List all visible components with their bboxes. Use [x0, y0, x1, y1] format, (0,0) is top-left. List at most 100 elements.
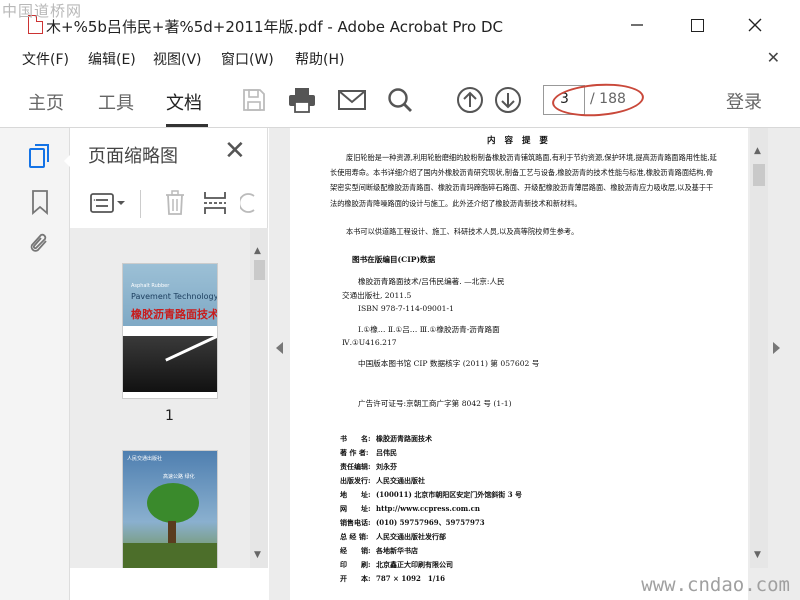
page-heading: 内 容 提 要 — [487, 136, 551, 146]
left-navigation-rail — [0, 128, 70, 600]
attachments-rail-button[interactable] — [26, 230, 54, 258]
info-row: 责任编辑: 刘永芬 — [340, 462, 397, 471]
menu-view[interactable]: 视图(V) — [153, 49, 202, 69]
expand-right-panel-icon[interactable] — [773, 342, 780, 354]
page-thumbnails-icon — [29, 144, 49, 168]
tab-document[interactable]: 文档 — [166, 89, 202, 115]
print-button[interactable] — [286, 84, 318, 116]
thumbnail-list[interactable]: Asphalt Rubber Pavement Technology 橡胶沥青路… — [70, 228, 268, 568]
minimize-button[interactable] — [624, 12, 650, 38]
insert-page-icon — [204, 192, 226, 214]
thumbnail-page-2[interactable]: 人民交通出版社 高速公路 绿化 — [122, 450, 218, 568]
menu-bar: 文件(F) 编辑(E) 视图(V) 窗口(W) 帮助(H) ✕ — [0, 44, 800, 72]
maximize-button[interactable] — [684, 12, 710, 38]
rotate-icon — [240, 193, 255, 213]
info-row: 书 名: 橡胶沥青路面技术 — [340, 434, 432, 443]
info-row: 总 经 销: 人民交通出版社发行部 — [340, 532, 446, 541]
watermark-bottom-right: www.cndao.com — [641, 574, 790, 596]
scroll-down-icon[interactable]: ▼ — [754, 550, 761, 560]
info-row: 出版发行: 人民交通出版社 — [340, 476, 425, 485]
pdf-page: 内 容 提 要 废旧轮胎是一种资源,利用轮胎磨细的胶粉制备橡胶沥青铺筑路面,有利… — [290, 128, 748, 600]
rail-active-pointer — [64, 152, 73, 170]
window-title: 木+%5b吕伟民+著%5d+2011年版.pdf - Adobe Acrobat… — [46, 18, 503, 36]
bookmark-icon — [32, 190, 48, 215]
tab-home[interactable]: 主页 — [28, 89, 64, 115]
thumbnail-label: 1 — [165, 408, 174, 424]
close-panel-icon[interactable]: ✕ — [224, 138, 246, 164]
search-button[interactable] — [384, 84, 416, 116]
delete-page-button[interactable] — [160, 188, 190, 218]
minimize-icon — [631, 24, 643, 26]
scroll-down-icon[interactable]: ▼ — [254, 550, 261, 560]
insert-page-button[interactable] — [200, 188, 230, 218]
thumbnail-scrollbar[interactable]: ▲ ▼ — [250, 228, 268, 568]
cover-tree-trunk — [168, 521, 176, 543]
save-button[interactable] — [238, 84, 270, 116]
toolbar-divider — [140, 190, 141, 218]
menu-window[interactable]: 窗口(W) — [221, 49, 274, 69]
cip-heading: 图书在版编目(CIP)数据 — [352, 255, 436, 264]
menu-edit[interactable]: 编辑(E) — [88, 49, 136, 69]
login-button[interactable]: 登录 — [726, 88, 762, 114]
page-thumbnails-panel: 页面缩略图 ✕ Asphalt Rubber Pavement Technolo… — [70, 128, 268, 568]
summary-paragraph-1: 废旧轮胎是一种资源,利用轮胎磨细的胶粉制备橡胶沥青铺筑路面,有利于节约资源,保护… — [330, 153, 717, 208]
trash-icon — [166, 190, 184, 215]
scroll-up-icon[interactable]: ▲ — [254, 246, 261, 256]
active-tab-indicator — [166, 124, 208, 127]
cip-line-2: 交通出版社, 2011.5 — [342, 291, 412, 300]
close-document-icon[interactable]: ✕ — [767, 48, 780, 67]
cover-road-image — [123, 336, 217, 392]
maximize-icon — [690, 18, 704, 32]
envelope-icon — [338, 90, 366, 110]
rotate-page-button[interactable] — [240, 188, 260, 218]
thumbnail-toolbar — [70, 180, 268, 226]
title-bar: 木+%5b吕伟民+著%5d+2011年版.pdf - Adobe Acrobat… — [0, 0, 800, 44]
menu-help[interactable]: 帮助(H) — [295, 49, 344, 69]
cover-title-en: Pavement Technology — [131, 292, 218, 301]
arrow-down-circle-icon — [495, 87, 521, 113]
cip-core-number: 中国版本图书馆 CIP 数据核字 (2011) 第 057602 号 — [358, 359, 540, 368]
menu-file[interactable]: 文件(F) — [22, 49, 69, 69]
page-thumbnails-rail-button[interactable] — [26, 142, 54, 170]
info-row: 开 本: 787 × 1092 1/16 — [340, 574, 446, 583]
cover-title: 高速公路 绿化 — [163, 474, 195, 480]
tab-tools[interactable]: 工具 — [98, 89, 134, 115]
info-row: 著 作 者: 吕伟民 — [340, 448, 397, 457]
search-icon — [388, 88, 412, 112]
scroll-thumb[interactable] — [753, 164, 765, 186]
email-button[interactable] — [336, 84, 368, 116]
panel-title: 页面缩略图 — [88, 146, 178, 167]
next-page-button[interactable] — [492, 84, 524, 116]
arrow-up-circle-icon — [457, 87, 483, 113]
collapse-left-panel-icon[interactable] — [276, 342, 283, 354]
scroll-up-icon[interactable]: ▲ — [754, 146, 761, 156]
ad-license: 广告许可证号:京朝工商广字第 8042 号 (1-1) — [358, 399, 512, 408]
bookmarks-rail-button[interactable] — [26, 188, 54, 216]
previous-page-button[interactable] — [454, 84, 486, 116]
paperclip-icon — [30, 233, 47, 252]
scroll-thumb[interactable] — [254, 260, 265, 280]
close-window-button[interactable] — [742, 12, 768, 38]
info-row: 销售电话: (010) 59757969、59757973 — [340, 518, 485, 527]
cip-isbn: ISBN 978-7-114-09001-1 — [358, 304, 454, 313]
cip-class-2: Ⅳ.①U416.217 — [342, 338, 397, 347]
save-icon — [243, 89, 265, 111]
document-scrollbar[interactable]: ▲ ▼ — [750, 128, 768, 568]
thumbnail-options-button[interactable] — [88, 188, 128, 218]
close-icon — [748, 18, 762, 32]
main-toolbar: 主页 工具 文档 — [0, 72, 800, 128]
summary-paragraph-2: 本书可以供道路工程设计、施工、科研技术人员,以及高等院校师生参考。 — [346, 227, 579, 236]
info-row: 网 址: http://www.ccpress.com.cn — [340, 504, 480, 513]
cover-tree — [147, 483, 199, 523]
info-row: 地 址: (100011) 北京市朝阳区安定门外馆斜街 3 号 — [340, 490, 523, 499]
cover-bottom — [123, 392, 217, 398]
watermark-top-left: 中国道桥网 — [2, 2, 83, 20]
cip-class-1: Ⅰ.①橡… Ⅱ.①吕… Ⅲ.①橡胶沥青-沥青路面 — [358, 325, 500, 334]
cover-title-cn: 橡胶沥青路面技术 — [131, 308, 218, 321]
thumbnail-page-1[interactable]: Asphalt Rubber Pavement Technology 橡胶沥青路… — [122, 263, 218, 399]
cover-publisher: 人民交通出版社 — [127, 456, 163, 462]
options-menu-icon — [90, 193, 125, 213]
printer-icon — [289, 88, 315, 113]
cip-line-1: 橡胶沥青路面技术/吕伟民编著. —北京:人民 — [358, 277, 505, 286]
cover-subtitle-en: Asphalt Rubber — [131, 283, 170, 289]
